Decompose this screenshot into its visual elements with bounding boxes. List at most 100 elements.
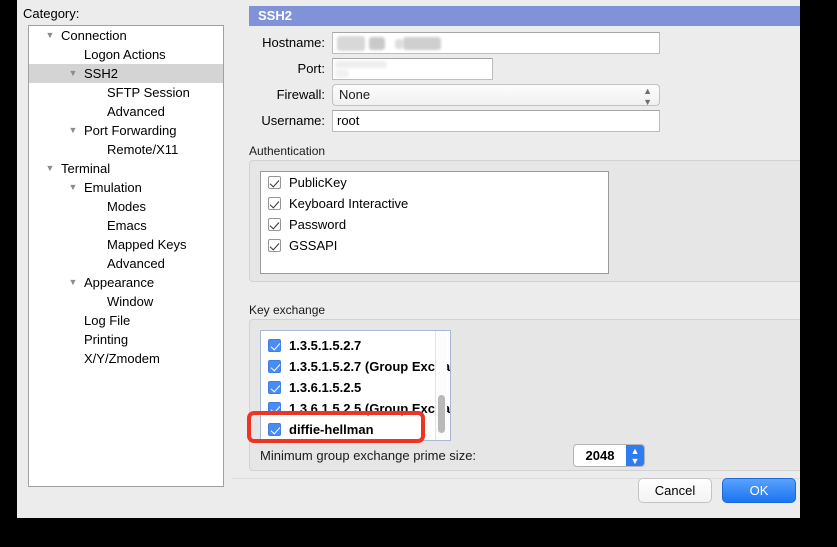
tree-item-sftp-session[interactable]: SFTP Session	[29, 83, 223, 102]
tree-item-label: Appearance	[84, 275, 155, 290]
tree-item-window[interactable]: Window	[29, 292, 223, 311]
checkbox-checked-icon[interactable]	[268, 360, 281, 373]
tree-item-emulation[interactable]: ▼ Emulation	[29, 178, 223, 197]
hostname-input[interactable]	[332, 32, 660, 54]
tree-item-log-file[interactable]: Log File	[29, 311, 223, 330]
key-exchange-list-item-label: 1.3.6.1.5.2.5	[289, 380, 362, 395]
key-exchange-list-item-label: 1.3.5.1.5.2.7	[289, 338, 362, 353]
checkbox-checked-icon[interactable]	[268, 176, 281, 189]
port-redaction-block	[335, 69, 349, 78]
key-exchange-list-item[interactable]: 1.3.6.1.5.2.5 (Group Exchange)	[261, 398, 450, 419]
port-input[interactable]	[332, 58, 493, 80]
tree-item-label: SSH2	[84, 66, 118, 81]
stepper-up-icon[interactable]: ▲	[626, 446, 644, 456]
tree-item-label: Advanced	[107, 256, 165, 271]
disclosure-triangle-icon[interactable]: ▼	[65, 178, 81, 197]
tree-item-label: Logon Actions	[84, 47, 166, 62]
key-exchange-list-item[interactable]: 1.3.6.1.5.2.5	[261, 377, 450, 398]
tree-item-label: Printing	[84, 332, 129, 347]
tree-item-emacs[interactable]: Emacs	[29, 216, 223, 235]
hostname-redaction-block	[369, 37, 385, 50]
category-label: Category:	[23, 6, 80, 21]
tree-item-label: Advanced	[107, 104, 165, 119]
auth-list-item[interactable]: GSSAPI	[261, 235, 608, 256]
tree-item-advanced[interactable]: Advanced	[29, 254, 223, 273]
authentication-list[interactable]: PublicKey Keyboard Interactive Password GSS…	[260, 171, 609, 274]
hostname-row: Hostname:	[249, 32, 800, 54]
tree-item-terminal[interactable]: ▼ Terminal	[29, 159, 223, 178]
prime-size-label: Minimum group exchange prime size:	[260, 448, 477, 463]
key-exchange-list-item[interactable]: diffie-hellman	[261, 419, 450, 440]
firewall-selected-value: None	[339, 87, 371, 102]
tree-item-advanced[interactable]: Advanced	[29, 102, 223, 121]
tree-item-port-forwarding[interactable]: ▼ Port Forwarding	[29, 121, 223, 140]
hostname-redaction-block	[403, 37, 441, 50]
ssh2-session-options-dialog: Category: ▼ Connection Logon Actions ▼ SSH2 S…	[17, 0, 800, 518]
tree-item-label: X/Y/Zmodem	[84, 351, 160, 366]
tree-item-logon-actions[interactable]: Logon Actions	[29, 45, 223, 64]
chevron-updown-icon: ▲ ▼	[643, 86, 652, 107]
tree-item-label: Window	[107, 294, 154, 309]
auth-list-item-label: Password	[289, 217, 347, 232]
prime-size-stepper[interactable]: ▲ ▼	[626, 445, 644, 466]
port-redaction-block	[335, 61, 387, 68]
tree-item-ssh2[interactable]: ▼ SSH2	[29, 64, 223, 83]
ok-button[interactable]: OK	[722, 478, 796, 503]
username-label: Username:	[261, 113, 325, 128]
key-exchange-list-item[interactable]: 1.3.5.1.5.2.7 (Group Exchange)	[261, 356, 450, 377]
hostname-label: Hostname:	[262, 35, 325, 50]
tree-item-remote-x11[interactable]: Remote/X11	[29, 140, 223, 159]
tree-item-printing[interactable]: Printing	[29, 330, 223, 349]
content-pane: SSH2 Hostname: Port: Firewall: None ▲ ▼ …	[232, 0, 800, 518]
hostname-redaction-block	[337, 36, 365, 51]
checkbox-checked-icon[interactable]	[268, 339, 281, 352]
checkbox-checked-icon[interactable]	[268, 381, 281, 394]
checkbox-checked-icon[interactable]	[268, 239, 281, 252]
auth-list-item[interactable]: PublicKey	[261, 172, 608, 193]
key-exchange-list[interactable]: 1.3.5.1.5.2.7 1.3.5.1.5.2.7 (Group Exchan…	[260, 330, 451, 441]
disclosure-triangle-icon[interactable]: ▼	[65, 121, 81, 140]
tree-item-label: Remote/X11	[107, 142, 179, 157]
stepper-down-icon[interactable]: ▼	[626, 456, 644, 466]
firewall-label: Firewall:	[276, 87, 325, 102]
footer-divider	[232, 478, 800, 479]
tree-item-modes[interactable]: Modes	[29, 197, 223, 216]
disclosure-triangle-icon[interactable]: ▼	[65, 273, 81, 292]
prime-size-field[interactable]: 2048 ▲ ▼	[573, 444, 645, 467]
disclosure-triangle-icon[interactable]: ▼	[42, 159, 58, 178]
tree-item-label: SFTP Session	[107, 85, 190, 100]
scrollbar-thumb[interactable]	[438, 395, 445, 433]
key-exchange-list-item[interactable]: 1.3.5.1.5.2.7	[261, 335, 450, 356]
tree-item-label: Emulation	[84, 180, 142, 195]
disclosure-triangle-icon[interactable]: ▼	[65, 64, 81, 83]
cancel-button[interactable]: Cancel	[638, 478, 712, 503]
tree-item-label: Port Forwarding	[84, 123, 177, 138]
auth-list-item-label: PublicKey	[289, 175, 347, 190]
checkbox-checked-icon[interactable]	[268, 423, 281, 436]
tree-item-appearance[interactable]: ▼ Appearance	[29, 273, 223, 292]
tree-item-mapped-keys[interactable]: Mapped Keys	[29, 235, 223, 254]
username-input[interactable]: root	[332, 110, 660, 132]
key-exchange-list-item-label: diffie-hellman	[289, 422, 374, 437]
tree-item-label: Modes	[107, 199, 147, 214]
port-label: Port:	[297, 61, 325, 76]
firewall-select[interactable]: None ▲ ▼	[332, 84, 660, 107]
tree-item-label: Emacs	[107, 218, 147, 233]
checkbox-checked-icon[interactable]	[268, 218, 281, 231]
username-row: Username: root	[249, 110, 800, 132]
checkbox-checked-icon[interactable]	[268, 197, 281, 210]
firewall-row: Firewall: None ▲ ▼	[249, 84, 800, 107]
page-title: SSH2	[249, 6, 800, 26]
key-exchange-scrollbar[interactable]	[435, 331, 447, 440]
tree-item-label: Mapped Keys	[107, 237, 187, 252]
port-row: Port:	[249, 58, 800, 80]
tree-item-connection[interactable]: ▼ Connection	[29, 26, 223, 45]
auth-list-item-label: GSSAPI	[289, 238, 338, 253]
checkbox-checked-icon[interactable]	[268, 402, 281, 415]
auth-list-item[interactable]: Password	[261, 214, 608, 235]
category-tree[interactable]: ▼ Connection Logon Actions ▼ SSH2 SFTP Sessio…	[28, 25, 224, 487]
disclosure-triangle-icon[interactable]: ▼	[42, 26, 58, 45]
auth-list-item[interactable]: Keyboard Interactive	[261, 193, 608, 214]
tree-item-x-y-zmodem[interactable]: X/Y/Zmodem	[29, 349, 223, 368]
hostname-redaction-block	[395, 39, 403, 49]
